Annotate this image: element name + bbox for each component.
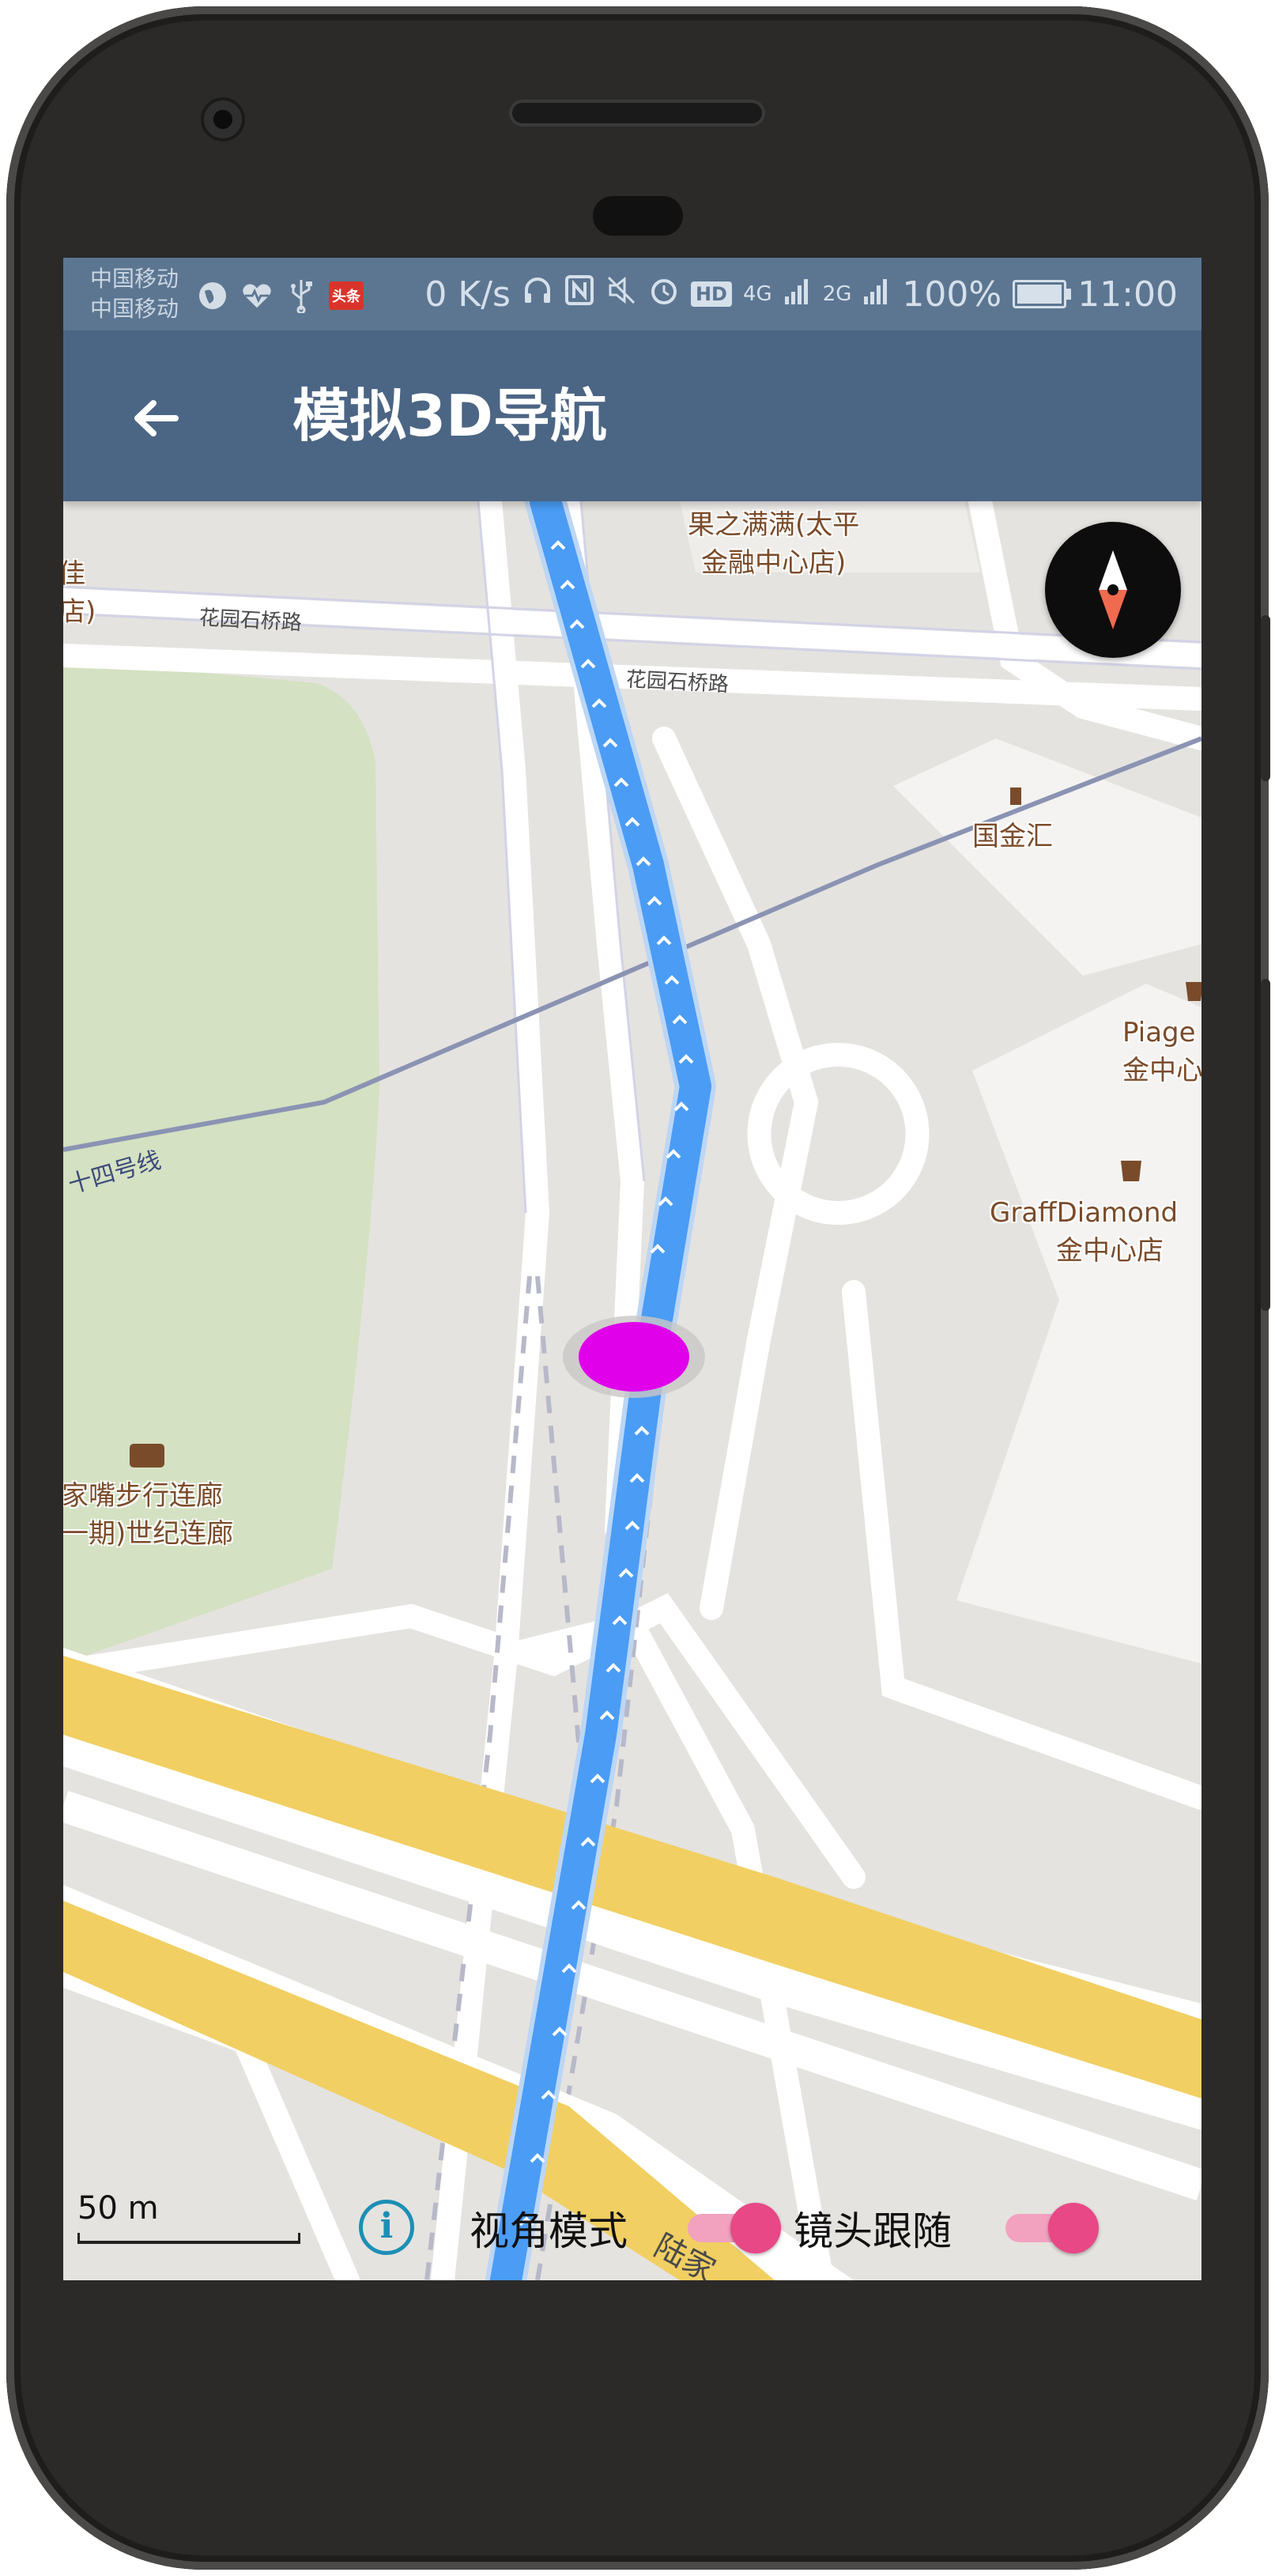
- poi-graff[interactable]: GraffDiamond 金中心店: [990, 1194, 1178, 1270]
- battery-percent: 100%: [902, 274, 1002, 315]
- toutiao-icon: 头条: [329, 281, 364, 310]
- volume-button: [1261, 979, 1270, 1311]
- poi-graff-line2: 金中心店: [1056, 1235, 1164, 1267]
- map-controls-bar: 50 m i 视角模式 镜头跟随: [63, 2187, 1201, 2280]
- nfc-icon: [564, 274, 594, 315]
- poi-guojinhui[interactable]: 国金汇: [972, 818, 1053, 856]
- headphones-icon: [522, 274, 553, 315]
- signal-1-icon: [783, 274, 812, 315]
- view-mode-thumb: [730, 2203, 781, 2253]
- poi-piaget[interactable]: Piage 金中心: [1122, 1014, 1201, 1090]
- carrier-1: 中国移动: [90, 266, 179, 292]
- poi-guozhimanman[interactable]: 果之满满(太平 金融中心店): [688, 506, 859, 582]
- front-camera: [201, 97, 245, 142]
- compass-icon: [1099, 550, 1127, 629]
- signal-2-icon: [862, 274, 891, 315]
- health-icon: [240, 279, 273, 312]
- power-button: [1261, 615, 1270, 781]
- poi-piaget-line1: Piage: [1122, 1017, 1196, 1048]
- back-button[interactable]: [120, 383, 191, 454]
- poi-guozhimanman-line2: 金融中心店): [701, 547, 847, 579]
- hd-icon: HD: [690, 281, 732, 307]
- info-icon[interactable]: i: [359, 2200, 414, 2255]
- poi-piaget-line2: 金中心: [1122, 1055, 1201, 1086]
- app-screen: 中国移动 中国移动 头条 0 K/s HD 4G 2G 100% 11:00 模…: [63, 258, 1201, 2280]
- shopping-bag-icon-2: [1121, 1161, 1141, 1181]
- camera-follow-switch[interactable]: [1005, 2203, 1100, 2253]
- notification-icons: 头条: [196, 278, 364, 313]
- road-huayuan-1: 花园石桥路: [198, 606, 303, 636]
- net-speed: 0 K/s: [424, 274, 511, 315]
- poi-promenade[interactable]: 家嘴步行连廊 一期)世纪连廊: [63, 1477, 233, 1553]
- alarm-icon: [648, 274, 680, 315]
- map-canvas: [63, 501, 1201, 2280]
- poi-guozhimanman-line1: 果之满满(太平: [688, 509, 860, 541]
- status-bar: 中国移动 中国移动 头条 0 K/s HD 4G 2G 100% 11:00: [63, 258, 1201, 330]
- arrow-left-icon: [134, 400, 179, 436]
- road-huayuan-2: 花园石桥路: [625, 667, 730, 697]
- building-poi-icon: [1010, 788, 1021, 805]
- page-title: 模拟3D导航: [292, 383, 607, 449]
- usb-icon: [285, 279, 318, 313]
- carrier-2: 中国移动: [90, 296, 179, 322]
- carrier-labels: 中国移动 中国移动: [90, 264, 179, 324]
- shopping-bag-icon: [1186, 982, 1201, 1001]
- view-mode-switch[interactable]: [688, 2203, 783, 2253]
- poi-promenade-line1: 家嘴步行连廊: [63, 1480, 223, 1512]
- clock: 11:00: [1077, 274, 1178, 315]
- poi-left-edge-line2: 店): [63, 596, 96, 628]
- net-4g-label: 4G: [742, 282, 772, 306]
- proximity-sensor: [593, 196, 683, 236]
- vehicle-marker: [579, 1322, 689, 1392]
- mute-icon: [605, 274, 637, 315]
- system-indicators: 0 K/s HD 4G 2G 100% 11:00: [424, 269, 1178, 319]
- poi-left-edge[interactable]: 佳 店): [63, 555, 96, 631]
- scale-label: 50 m: [77, 2190, 159, 2227]
- camera-follow-label: 镜头跟随: [794, 2208, 952, 2254]
- compass-button[interactable]: [1045, 522, 1181, 658]
- camera-poi-icon: [130, 1444, 164, 1467]
- camera-follow-thumb: [1048, 2203, 1099, 2253]
- view-mode-label: 视角模式: [470, 2208, 628, 2254]
- scale-bar: [77, 2233, 300, 2244]
- battery-icon: [1013, 280, 1072, 308]
- navigation-map[interactable]: 果之满满(太平 金融中心店) 佳 店) 花园石桥路 花园石桥路 国金汇 Piag…: [63, 501, 1201, 2280]
- earpiece-speaker: [509, 100, 765, 127]
- poi-promenade-line2: 一期)世纪连廊: [63, 1518, 234, 1550]
- poi-graff-line1: GraffDiamond: [990, 1197, 1179, 1229]
- app-toolbar: 模拟3D导航: [63, 330, 1201, 501]
- net-2g-label: 2G: [822, 282, 852, 306]
- poi-left-edge-line1: 佳: [63, 558, 85, 590]
- world-icon: [196, 279, 229, 312]
